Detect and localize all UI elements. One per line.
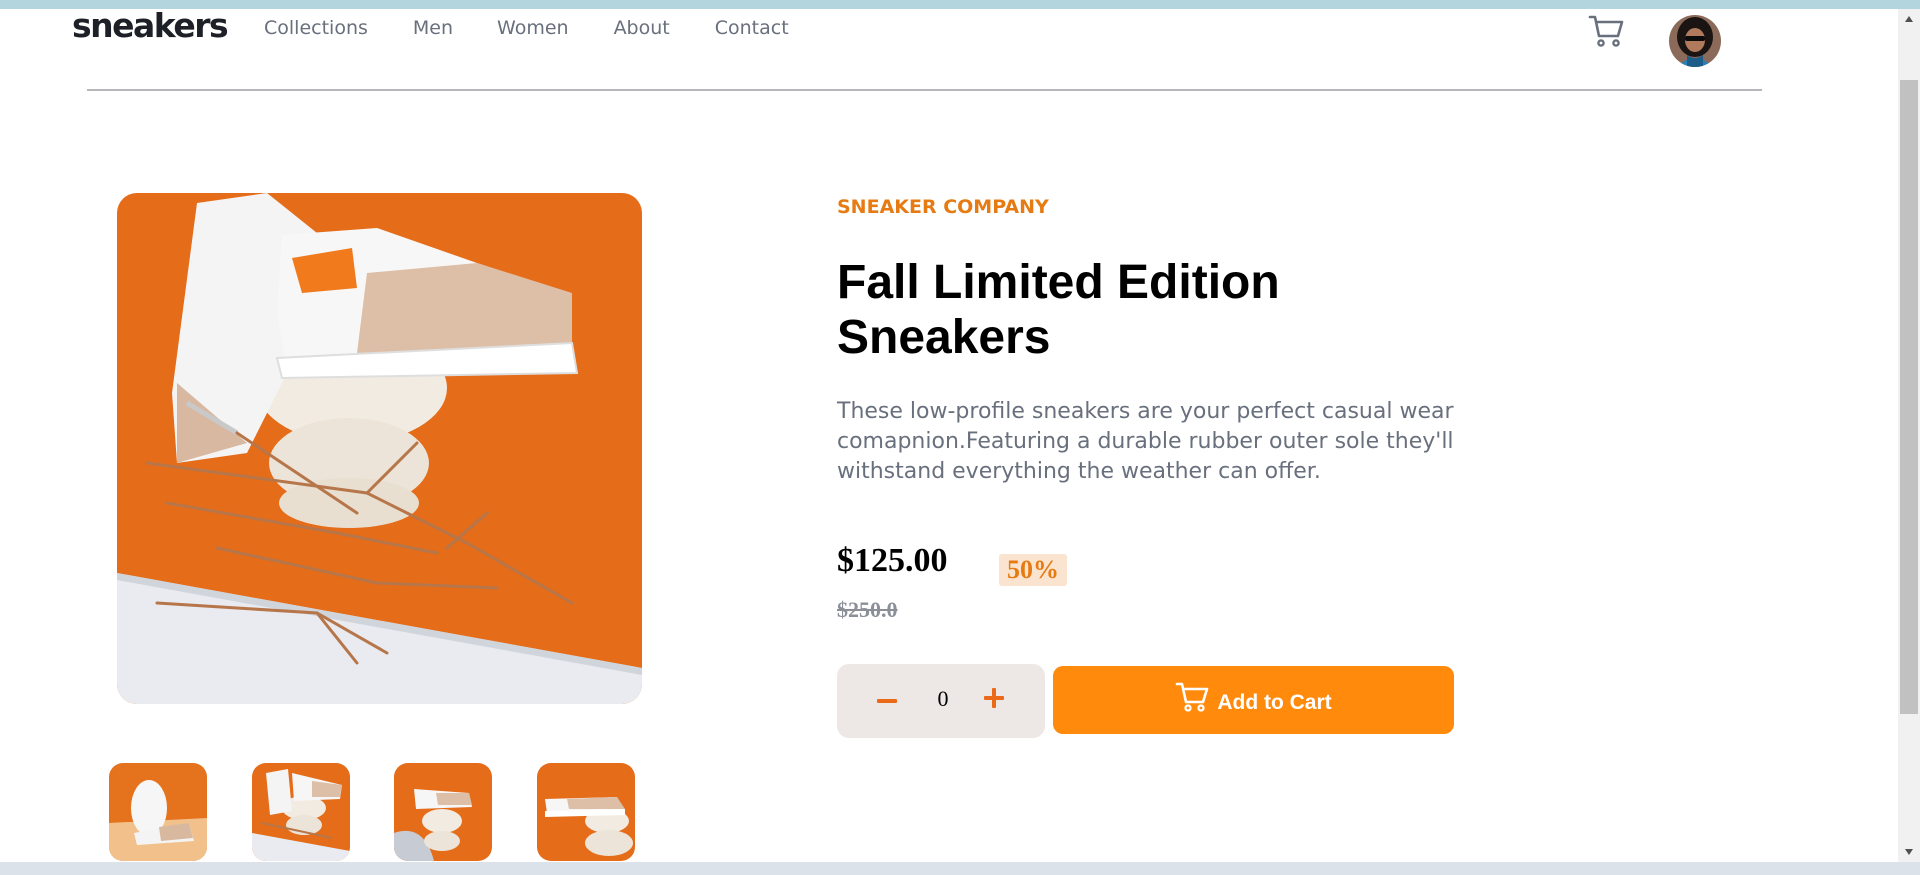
header-divider <box>87 89 1762 91</box>
nav-link-about[interactable]: About <box>614 17 670 39</box>
plus-icon[interactable] <box>984 687 1006 709</box>
original-price: $250.0 <box>837 597 898 622</box>
thumbnail-3[interactable] <box>394 763 492 861</box>
quantity-value: 0 <box>937 686 949 711</box>
thumbnail-4[interactable] <box>537 763 635 861</box>
product-title: Fall Limited Edition Sneakers <box>837 256 1280 364</box>
product-description: These low-profile sneakers are your perf… <box>837 399 1454 484</box>
add-to-cart-button[interactable]: Add to Cart <box>1053 666 1454 734</box>
add-to-cart-label: Add to Cart <box>1217 691 1332 714</box>
quantity-stepper: 0 <box>837 664 1045 738</box>
nav-link-collections[interactable]: Collections <box>264 17 368 39</box>
nav-link-women[interactable]: Women <box>497 17 569 39</box>
scroll-up-arrow-icon[interactable] <box>1898 9 1920 29</box>
discount-badge: 50% <box>999 554 1067 586</box>
current-price: $125.00 <box>837 542 948 579</box>
minus-icon[interactable] <box>876 692 898 710</box>
scrollbar-thumb[interactable] <box>1900 80 1918 714</box>
cart-icon <box>1176 682 1209 712</box>
thumbnail-2[interactable] <box>252 763 350 861</box>
product-main-image[interactable] <box>117 193 642 704</box>
cart-icon[interactable] <box>1588 13 1626 49</box>
main-nav: Collections Men Women About Contact <box>264 17 834 39</box>
company-name: SNEAKER COMPANY <box>837 196 1049 218</box>
scroll-down-arrow-icon[interactable] <box>1898 842 1920 862</box>
thumbnail-1[interactable] <box>109 763 207 861</box>
window-top-strip <box>0 0 1920 9</box>
nav-link-contact[interactable]: Contact <box>715 17 789 39</box>
user-avatar[interactable] <box>1669 15 1721 67</box>
product-page: sneakers Collections Men Women About Con… <box>0 9 1898 862</box>
taskbar-strip <box>0 862 1920 875</box>
site-logo[interactable]: sneakers <box>72 9 229 42</box>
nav-link-men[interactable]: Men <box>413 17 453 39</box>
